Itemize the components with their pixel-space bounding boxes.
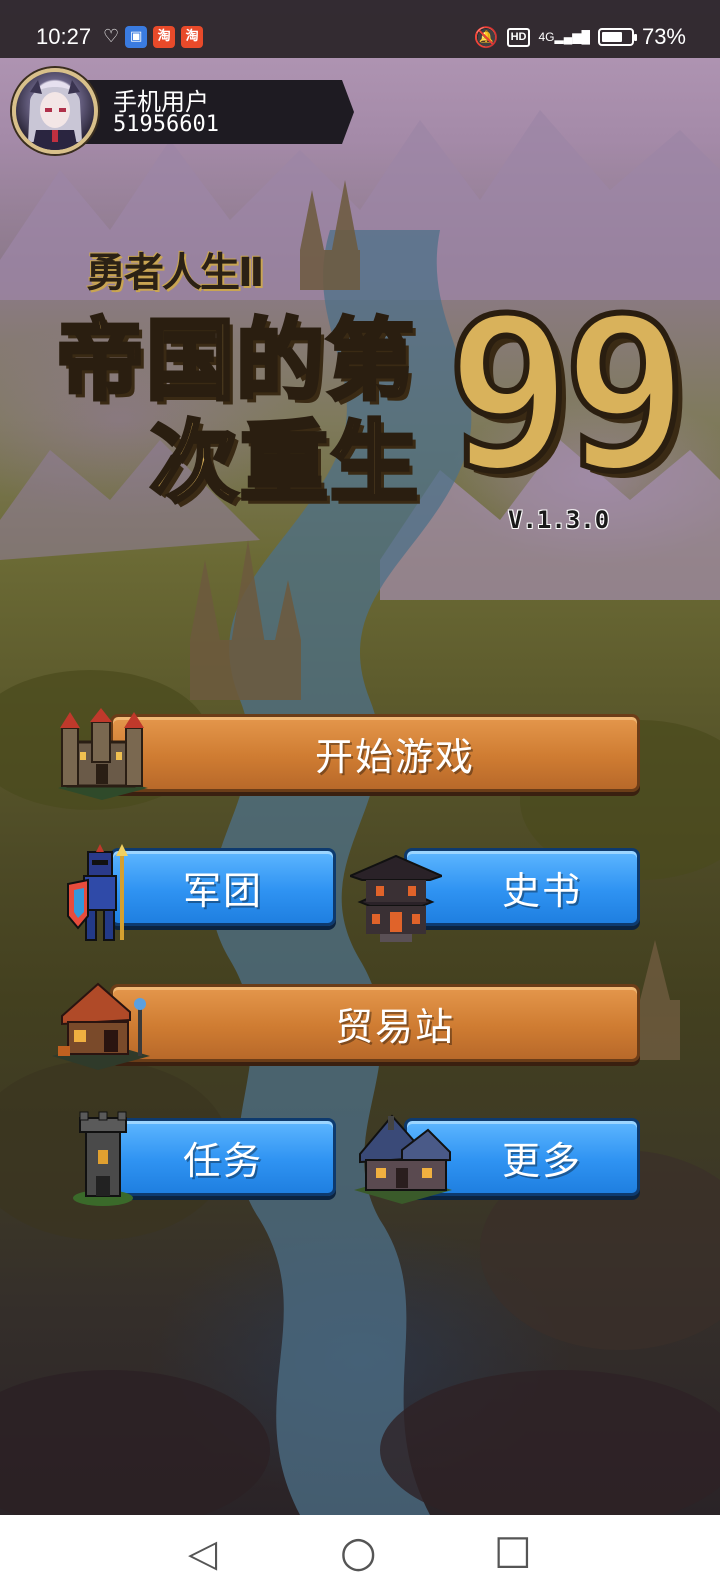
- battery-level-fill: [601, 32, 622, 42]
- network-type-label: 4G: [538, 30, 555, 44]
- navigation-bar: ◁ ○ □: [0, 1515, 720, 1592]
- home-icon[interactable]: ○: [340, 1527, 377, 1576]
- notification-icons: ♡ ▣ 淘 淘: [103, 26, 204, 48]
- status-bar: 10:27 ♡ ▣ 淘 淘 🔕 HD 4G▂▄▆█ 73%: [0, 0, 720, 58]
- quests-button[interactable]: 任务: [110, 1118, 336, 1196]
- sync-icon: ♡: [103, 26, 120, 47]
- watchtower-icon: [73, 1111, 133, 1206]
- more-label: 更多: [501, 1138, 582, 1183]
- legion-label: 军团: [182, 868, 263, 913]
- mute-bell-icon: 🔕: [473, 26, 499, 49]
- hd-icon: HD: [506, 27, 531, 47]
- game-main-menu: 10:27 ♡ ▣ 淘 淘 🔕 HD 4G▂▄▆█ 73% 手机用户 51956…: [0, 0, 720, 1592]
- signal-icon: 4G▂▄▆█: [538, 30, 590, 44]
- logo-title-line-2: 次重生: [148, 408, 421, 516]
- avatar[interactable]: [12, 68, 98, 154]
- app-badge-icon: ▣: [125, 26, 148, 48]
- version-label: V.1.3.0: [508, 506, 610, 534]
- back-icon[interactable]: ◁: [188, 1531, 217, 1575]
- trade-station-button[interactable]: 贸易站: [110, 984, 640, 1062]
- taobao-badge-icon: 淘: [153, 26, 176, 48]
- trade-station-label: 贸易站: [334, 1004, 455, 1049]
- taobao-badge-icon: 淘: [181, 26, 204, 48]
- history-label: 史书: [501, 868, 582, 913]
- clock: 10:27: [36, 24, 92, 49]
- start-game-label: 开始游戏: [314, 734, 475, 779]
- market-house-icon: [52, 982, 150, 1070]
- castle-icon: [58, 708, 148, 800]
- temple-icon: [350, 854, 442, 942]
- start-game-button[interactable]: 开始游戏: [110, 714, 640, 792]
- quests-label: 任务: [182, 1138, 263, 1183]
- user-id: 51956601: [113, 112, 219, 137]
- recents-icon[interactable]: □: [494, 1527, 532, 1573]
- logo-title-number: 99: [443, 272, 692, 517]
- system-indicators: 🔕 HD 4G▂▄▆█ 73%: [474, 24, 686, 50]
- knight-icon: [67, 844, 128, 941]
- cottage-icon: [354, 1114, 452, 1204]
- legion-button[interactable]: 军团: [110, 848, 336, 926]
- battery-icon: [597, 28, 637, 46]
- battery-percent: 73%: [641, 24, 686, 49]
